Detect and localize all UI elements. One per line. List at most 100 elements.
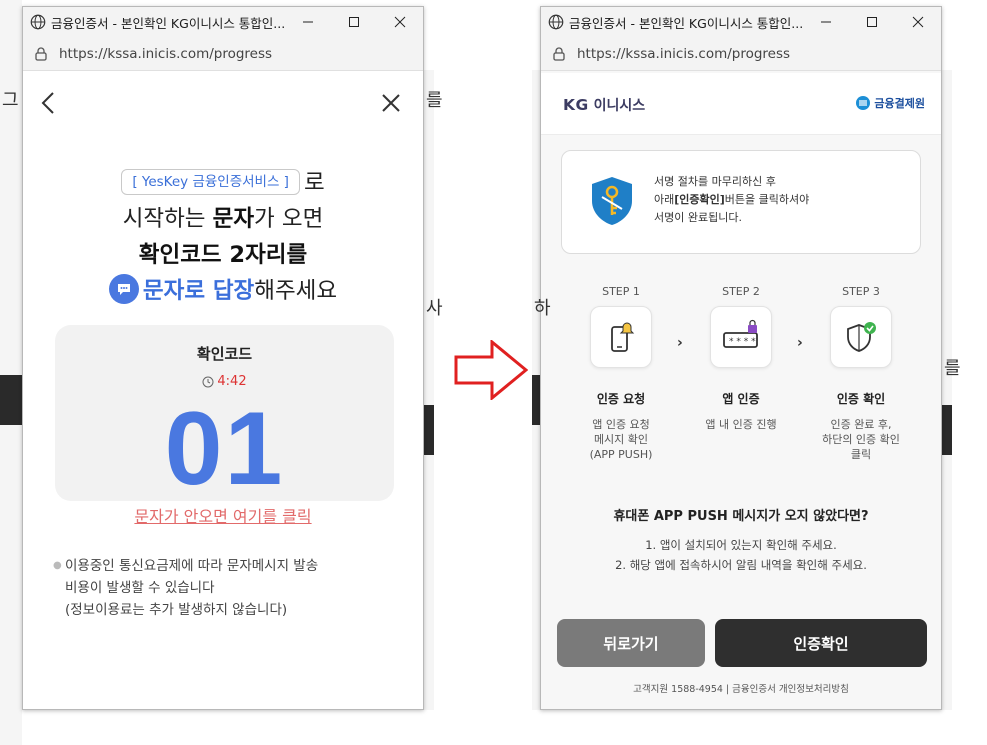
step-label: STEP 1 xyxy=(602,285,640,298)
key-shield-icon xyxy=(592,177,632,225)
lock-icon xyxy=(35,46,47,61)
timer-value: 4:42 xyxy=(217,374,247,389)
title-bar: 금융인증서 - 본인확인 KG이니시스 통합인... xyxy=(23,7,423,37)
logo-name: 이니시스 xyxy=(593,98,646,114)
chat-bubble-icon xyxy=(108,273,139,304)
info-line2-bold: [인증확인] xyxy=(674,193,725,206)
window-title: 금융인증서 - 본인확인 KG이니시스 통합인... xyxy=(51,15,285,31)
code-title: 확인코드 xyxy=(196,345,253,363)
minimize-button[interactable] xyxy=(803,7,849,37)
window-title: 금융인증서 - 본인확인 KG이니시스 통합인... xyxy=(569,15,803,31)
countdown-timer: 4:42 xyxy=(55,374,394,389)
nav-row xyxy=(23,83,423,123)
close-window-button[interactable] xyxy=(895,7,941,37)
step-desc-line: 메시지 확인 xyxy=(593,433,649,446)
title-bar: 금융인증서 - 본인확인 KG이니시스 통합인... xyxy=(541,7,941,37)
push-help-answers: 1. 앱이 설치되어 있는지 확인해 주세요. 2. 해당 앱에 접속하시어 알… xyxy=(541,535,941,575)
message-line3: 확인코드 2자리를 xyxy=(138,242,308,268)
push-help-question: 휴대폰 APP PUSH 메시지가 오지 않았다면? xyxy=(613,509,869,524)
message-line1-suffix: 로 xyxy=(303,170,325,196)
message-line4-post: 해주세요 xyxy=(254,278,338,304)
step-title: 인증 요청 xyxy=(596,392,646,406)
left-popup-window: 금융인증서 - 본인확인 KG이니시스 통합인... https://kssa.… xyxy=(22,6,424,710)
push-help-line: 1. 앱이 설치되어 있는지 확인해 주세요. xyxy=(645,538,837,552)
chevron-right-icon: › xyxy=(677,335,683,351)
step-description: 앱 인증 요청 메시지 확인 (APP PUSH) xyxy=(566,417,676,462)
transition-arrow-icon xyxy=(454,340,528,400)
message-line2-bold: 문자 xyxy=(212,206,255,232)
close-window-button[interactable] xyxy=(377,7,423,37)
svg-text:* * * *: * * * * xyxy=(729,337,756,347)
close-icon[interactable] xyxy=(381,83,409,123)
maximize-button[interactable] xyxy=(849,7,895,37)
background-text: 사 xyxy=(426,298,443,319)
verification-code-card: 확인코드 4:42 01 xyxy=(55,325,394,507)
back-arrow-button[interactable] xyxy=(41,83,65,123)
bullet-icon: ● xyxy=(53,560,62,571)
background-text: 하 xyxy=(534,298,551,319)
step-3: STEP 3 인증 확인 인증 완료 후, 하단의 인증 확인 클릭 xyxy=(806,285,916,462)
resend-sms-link[interactable]: 문자가 안오면 여기를 클릭 xyxy=(23,503,423,527)
notice-line: 비용이 발생할 수 있습니다 xyxy=(65,580,215,596)
info-line2-post: 버튼을 클릭하셔야 xyxy=(724,193,810,206)
step-2: STEP 2 * * * * 앱 인증 앱 내 인증 진행 xyxy=(686,285,796,432)
right-popup-window: 금융인증서 - 본인확인 KG이니시스 통합인... https://kssa.… xyxy=(540,6,942,710)
url-text: https://kssa.inicis.com/progress xyxy=(59,45,273,62)
background-text: 를 xyxy=(944,358,961,379)
step-desc-line: 앱 인증 요청 xyxy=(592,418,650,431)
background-dark-bar xyxy=(942,405,952,455)
step-2-icon-box: * * * * xyxy=(710,306,772,368)
clock-icon xyxy=(202,376,214,387)
verification-code: 01 xyxy=(164,391,285,507)
address-bar[interactable]: https://kssa.inicis.com/progress xyxy=(23,37,423,71)
message-line2-post: 가 오면 xyxy=(254,206,324,232)
push-help-line: 2. 해당 앱에 접속하시어 알림 내역을 확인해 주세요. xyxy=(615,558,867,572)
kftc-logo: 금융결제원 xyxy=(855,95,925,111)
background-page-right-edge xyxy=(942,70,952,710)
globe-icon xyxy=(548,14,564,30)
step-1-icon-box xyxy=(590,306,652,368)
step-title: 앱 인증 xyxy=(722,392,760,406)
step-description: 인증 완료 후, 하단의 인증 확인 클릭 xyxy=(806,417,916,462)
signature-info-text: 서명 절차를 마무리하신 후 아래[인증확인]버튼을 클릭하셔야 서명이 완료됩… xyxy=(654,173,809,227)
shield-check-icon xyxy=(847,322,876,352)
step-label: STEP 2 xyxy=(722,285,760,298)
message-line4-highlight: 문자로 답장 xyxy=(142,278,255,304)
background-text: 그 xyxy=(2,90,19,111)
step-desc-line: 하단의 인증 확인 xyxy=(822,433,900,446)
background-page-middle-edge xyxy=(424,70,434,710)
lock-icon xyxy=(553,46,565,61)
step-desc-line: 클릭 xyxy=(850,448,872,461)
password-lock-icon: * * * * xyxy=(723,319,758,348)
globe-icon xyxy=(30,14,46,30)
confirm-auth-button[interactable]: 인증확인 xyxy=(715,619,927,667)
step-1: STEP 1 인증 요청 앱 인증 요청 메시지 확인 (APP PUSH) xyxy=(566,285,676,462)
background-dark-bar xyxy=(424,405,434,455)
instruction-message: [ YesKey 금융인증서비스 ] 로 시작하는 문자가 오면 확인코드 2자리… xyxy=(23,165,423,309)
back-button[interactable]: 뒤로가기 xyxy=(557,619,705,667)
info-line: 서명이 완료됩니다. xyxy=(654,211,742,224)
step-desc-line: 앱 내 인증 진행 xyxy=(705,418,777,431)
brand-header: KG 이니시스 금융결제원 xyxy=(541,73,941,135)
minimize-button[interactable] xyxy=(285,7,331,37)
address-bar[interactable]: https://kssa.inicis.com/progress xyxy=(541,37,941,71)
info-line2-pre: 아래 xyxy=(654,193,675,206)
phone-bell-icon xyxy=(611,322,635,352)
step-description: 앱 내 인증 진행 xyxy=(686,417,796,432)
step-3-icon-box xyxy=(830,306,892,368)
step-desc-line: (APP PUSH) xyxy=(589,448,653,461)
kftc-emblem-icon xyxy=(856,96,871,110)
background-text: 를 xyxy=(426,90,443,111)
info-line: 서명 절차를 마무리하신 후 xyxy=(654,175,776,188)
step-label: STEP 3 xyxy=(842,285,880,298)
step-title: 인증 확인 xyxy=(836,392,886,406)
maximize-button[interactable] xyxy=(331,7,377,37)
kftc-name: 금융결제원 xyxy=(874,97,925,110)
footer-support: 고객지원 1588-4954 | 금융인증서 개인정보처리방침 xyxy=(633,684,849,695)
message-line2-pre: 시작하는 xyxy=(122,206,213,232)
notice-line: (정보이용료는 추가 발생하지 않습니다) xyxy=(65,602,288,618)
notice-line: 이용중인 통신요금제에 따라 문자메시지 발송 xyxy=(65,558,319,574)
logo-kg: KG xyxy=(563,96,589,114)
url-text: https://kssa.inicis.com/progress xyxy=(577,45,791,62)
signature-info-box: 서명 절차를 마무리하신 후 아래[인증확인]버튼을 클릭하셔야 서명이 완료됩… xyxy=(561,150,921,254)
